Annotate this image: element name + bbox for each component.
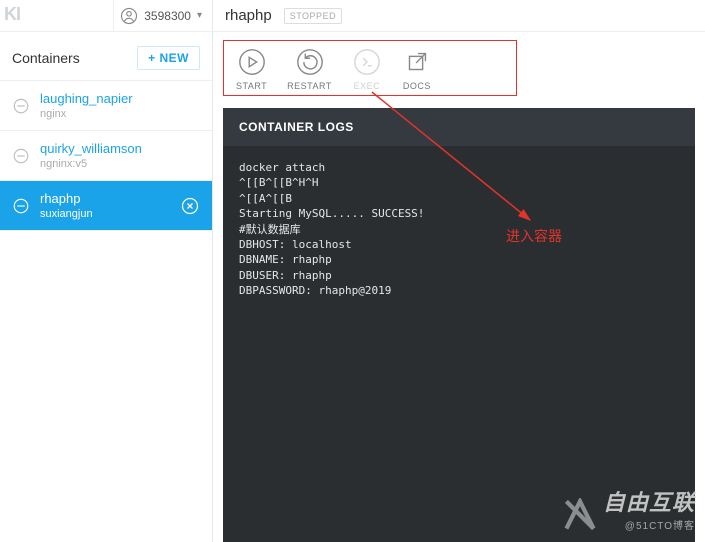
new-container-button[interactable]: + NEW bbox=[137, 46, 200, 70]
restart-icon bbox=[295, 47, 325, 77]
close-icon[interactable] bbox=[180, 196, 200, 216]
exec-label: EXEC bbox=[354, 81, 381, 91]
app-logo: KI bbox=[4, 4, 20, 25]
action-bar: START RESTART EXEC DOCS bbox=[223, 40, 517, 96]
container-image: ngninx:v5 bbox=[40, 158, 200, 170]
container-list: laughing_napier nginx quirky_williamson … bbox=[0, 80, 212, 231]
start-label: START bbox=[236, 81, 267, 91]
page-title: rhaphp bbox=[225, 7, 272, 24]
exec-button: EXEC bbox=[352, 47, 382, 91]
user-menu[interactable]: 3598300 ▾ bbox=[120, 7, 202, 25]
sidebar-title: Containers bbox=[12, 50, 80, 66]
logs-panel: CONTAINER LOGS docker attach ^[[B^[[B^H^… bbox=[223, 108, 695, 542]
container-image: nginx bbox=[40, 108, 200, 120]
avatar-icon bbox=[120, 7, 138, 25]
user-id: 3598300 bbox=[144, 9, 191, 23]
stopped-icon bbox=[12, 197, 30, 215]
chevron-down-icon: ▾ bbox=[197, 10, 202, 21]
container-item[interactable]: laughing_napier nginx bbox=[0, 81, 212, 131]
docs-label: DOCS bbox=[403, 81, 431, 91]
status-badge: STOPPED bbox=[284, 8, 342, 24]
external-link-icon bbox=[402, 47, 432, 77]
container-name: laughing_napier bbox=[40, 91, 200, 106]
restart-button[interactable]: RESTART bbox=[287, 47, 332, 91]
container-name: rhaphp bbox=[40, 191, 170, 206]
exec-icon bbox=[352, 47, 382, 77]
play-icon bbox=[237, 47, 267, 77]
container-name: quirky_williamson bbox=[40, 141, 200, 156]
logs-body[interactable]: docker attach ^[[B^[[B^H^H ^[[A^[[B Star… bbox=[223, 146, 695, 542]
divider bbox=[113, 0, 114, 32]
stopped-icon bbox=[12, 147, 30, 165]
restart-label: RESTART bbox=[287, 81, 332, 91]
container-item[interactable]: quirky_williamson ngninx:v5 bbox=[0, 131, 212, 181]
docs-button[interactable]: DOCS bbox=[402, 47, 432, 91]
start-button[interactable]: START bbox=[236, 47, 267, 91]
stopped-icon bbox=[12, 97, 30, 115]
logs-title: CONTAINER LOGS bbox=[223, 108, 695, 146]
container-image: suxiangjun bbox=[40, 208, 170, 220]
container-item-active[interactable]: rhaphp suxiangjun bbox=[0, 181, 212, 231]
